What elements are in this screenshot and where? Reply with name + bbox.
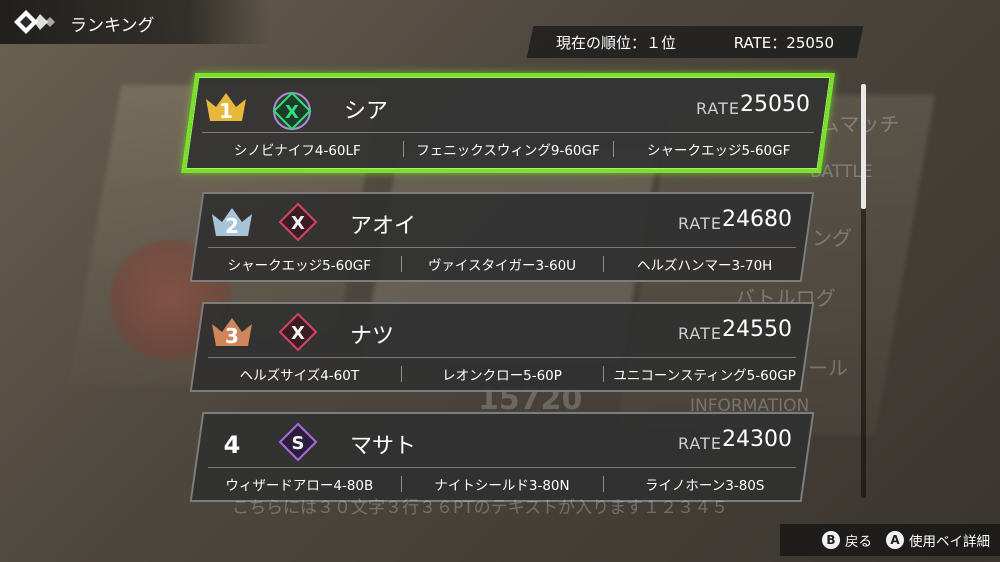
divider [208,467,796,468]
divider [208,357,796,358]
current-rank-status: 現在の順位：１位 RATE：25050 [526,26,864,58]
player-name: アオイ [350,214,417,239]
bg-ghost-text: こちらには３０文字３行３６PTのテキストが入ります１２３４５ [232,498,729,518]
rank-crown-bronze-icon: 3 [212,318,252,348]
bey-part: ユニコーンスティング5-60GP [603,364,806,386]
svg-text:1: 1 [219,99,233,123]
player-name: マサト [350,434,417,459]
current-rate-text: RATE：25050 [733,33,834,52]
rank-number-icon: 4 [224,431,241,459]
x-red-emblem-icon: X [278,202,318,242]
bey-detail-button[interactable]: A 使用ベイ詳細 [886,530,990,550]
ranking-row-4[interactable]: 4 S マサト RATE 24300 ウィザードアロー4-80B ナイトシールド… [189,412,815,502]
rate-label: RATE [677,214,722,233]
rate-value: 24300 [722,427,792,452]
x-green-emblem-icon: X [272,91,312,131]
player-name: シア [344,99,389,124]
player-name: ナツ [350,324,395,349]
x-red-emblem-icon: X [278,312,318,352]
rate-label: RATE [677,434,722,453]
b-button-icon: B [822,531,840,549]
bey-part: ヘルズサイズ4-60T [239,368,360,384]
svg-text:S: S [292,433,305,454]
bey-parts-list: ヘルズサイズ4-60T レオンクロー5-60P ユニコーンスティング5-60GP [198,364,806,386]
rate-value: 24680 [722,207,792,232]
screen-header: ランキング [0,0,270,44]
rank-crown-gold-icon: 1 [206,93,246,123]
bey-parts-list: シノビナイフ4-60LF フェニックスウィング9-60GF シャークエッジ5-6… [192,139,824,161]
ranking-row-3[interactable]: 3 X ナツ RATE 24550 ヘルズサイズ4-60T レオンクロー5-60… [189,302,815,392]
current-rank-text: 現在の順位：１位 [556,33,677,52]
rate-value: 24550 [722,317,792,342]
ranking-row-1[interactable]: 1 X シア RATE 25050 シノビナイフ4-60LF フェニックスウィン… [180,73,836,173]
back-button[interactable]: B 戻る [822,530,872,550]
svg-text:X: X [291,323,305,344]
rate-label: RATE [695,99,740,118]
s-purple-emblem-icon: S [278,422,318,462]
divider [208,247,796,248]
page-title: ランキング [70,16,155,36]
rate-value: 25050 [740,92,810,117]
svg-text:2: 2 [225,214,239,238]
bey-part: ヘルズハンマー3-70H [603,254,806,276]
bey-part: シノビナイフ4-60LF [233,143,361,159]
bey-part: レオンクロー5-60P [401,364,604,386]
rate-label: RATE [677,324,722,343]
back-label: 戻る [845,534,872,550]
bey-part: シャークエッジ5-60GF [227,258,372,274]
bey-part: ヴァイスタイガー3-60U [401,254,604,276]
bey-part: シャークエッジ5-60GF [613,139,824,161]
bey-parts-list: シャークエッジ5-60GF ヴァイスタイガー3-60U ヘルズハンマー3-70H [198,254,806,276]
svg-text:3: 3 [225,324,239,348]
scrollbar-thumb[interactable] [861,84,866,209]
bey-part: フェニックスウィング9-60GF [403,139,614,161]
bg-ghost-text: ング [812,226,852,250]
svg-text:4: 4 [224,431,241,459]
svg-text:X: X [291,213,305,234]
rank-crown-silver-icon: 2 [212,208,252,238]
a-button-icon: A [886,531,904,549]
ranking-row-2[interactable]: 2 X アオイ RATE 24680 シャークエッジ5-60GF ヴァイスタイガ… [189,192,815,282]
divider [202,132,814,133]
ranking-scrollbar[interactable] [861,84,866,498]
svg-text:X: X [285,102,299,123]
crown-diamond-icon [14,10,55,34]
detail-label: 使用ベイ詳細 [909,534,990,550]
button-guide: B 戻る A 使用ベイ詳細 [780,524,1000,556]
bg-ghost-text: ール [808,356,848,380]
